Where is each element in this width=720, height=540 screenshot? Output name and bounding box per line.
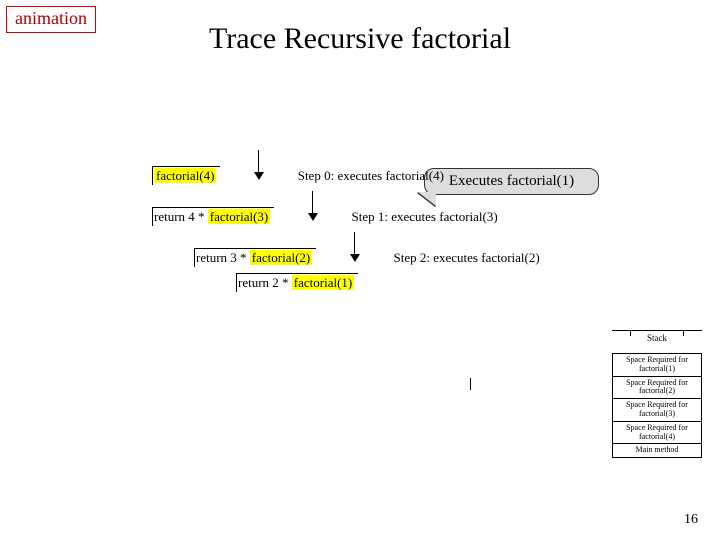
call-text-1: return 4 *	[154, 209, 208, 224]
call-highlight-0: factorial(4)	[154, 168, 216, 183]
call-text-2: return 3 *	[196, 250, 250, 265]
arrow-down-icon: Step 1: executes factorial(3)	[308, 191, 318, 221]
step-label-2: Step 2: executes factorial(2)	[394, 250, 540, 266]
trace-level-1: return 4 * factorial(3) Step 1: executes…	[194, 191, 360, 226]
trace-level-3: return 2 * factorial(1)	[278, 273, 360, 292]
page-number: 16	[684, 512, 698, 528]
callout-tail-icon	[418, 192, 436, 206]
step-label-1: Step 1: executes factorial(3)	[352, 209, 498, 225]
stack-title: Stack	[612, 330, 702, 345]
stack-frame: Main method	[613, 443, 701, 457]
arrow-down-icon: Step 2: executes factorial(2)	[350, 232, 360, 262]
callout: Executes factorial(1)	[424, 168, 599, 195]
call-text-3: return 2 *	[238, 275, 292, 290]
trace-level-2: return 3 * factorial(2) Step 2: executes…	[236, 232, 360, 267]
trace-break-mark	[470, 378, 476, 390]
stack-frame: Space Required for factorial(4)	[613, 421, 701, 444]
trace-diagram: factorial(4) Step 0: executes factorial(…	[152, 150, 360, 298]
step-label-0: Step 0: executes factorial(4)	[298, 168, 444, 184]
page-title: Trace Recursive factorial	[0, 22, 720, 56]
call-highlight-3: factorial(1)	[292, 275, 354, 290]
trace-level-0: factorial(4) Step 0: executes factorial(…	[152, 150, 360, 185]
stack-frame: Space Required for factorial(2)	[613, 376, 701, 399]
call-stack: Stack Space Required for factorial(1) Sp…	[612, 330, 702, 458]
call-highlight-2: factorial(2)	[250, 250, 312, 265]
stack-frame: Space Required for factorial(3)	[613, 398, 701, 421]
call-highlight-1: factorial(3)	[208, 209, 270, 224]
callout-text: Executes factorial(1)	[424, 168, 599, 195]
arrow-down-icon: Step 0: executes factorial(4)	[254, 150, 264, 180]
stack-frame: Space Required for factorial(1)	[613, 353, 701, 376]
